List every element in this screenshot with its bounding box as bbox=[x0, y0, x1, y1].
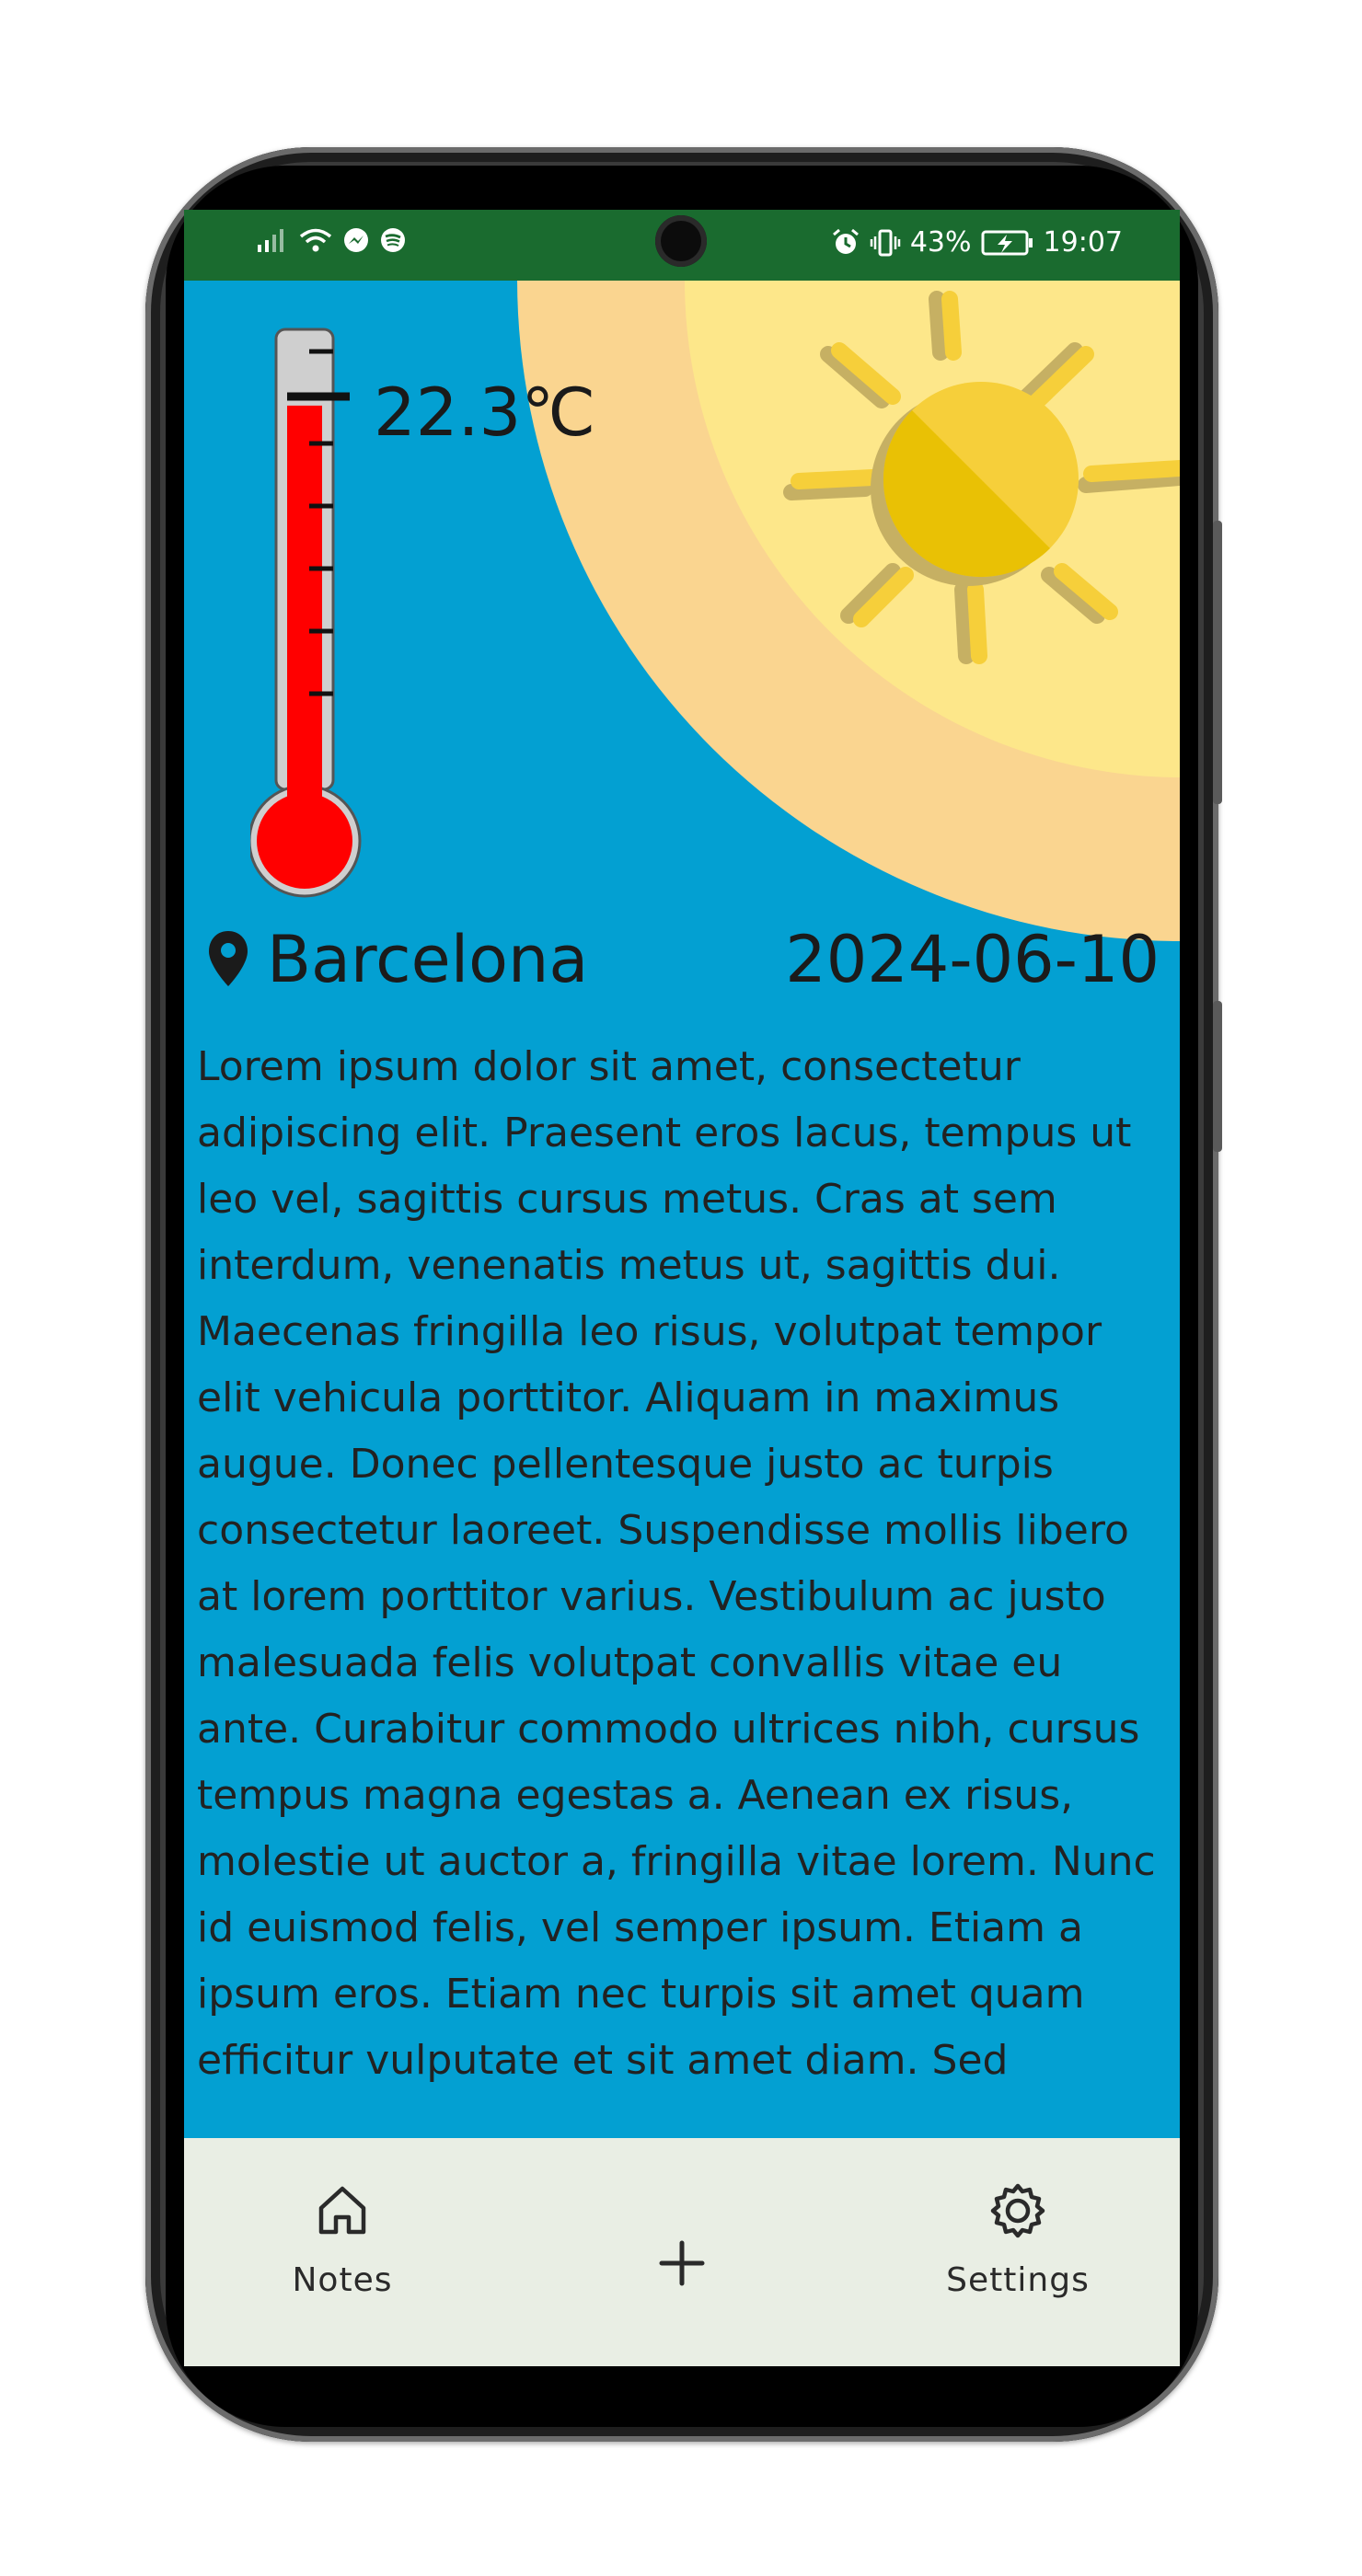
nav-notes[interactable]: Notes bbox=[241, 2182, 444, 2299]
note-date: 2024-06-10 bbox=[785, 922, 1160, 997]
clock-time: 19:07 bbox=[1043, 226, 1123, 259]
status-icons-right: 43% 19:07 bbox=[831, 226, 1123, 259]
alarm-icon bbox=[832, 228, 859, 254]
spotify-icon bbox=[381, 228, 405, 252]
bottom-navigation: Notes Settings bbox=[184, 2138, 1180, 2366]
front-camera bbox=[655, 215, 707, 267]
messenger-icon bbox=[344, 228, 368, 252]
nav-settings[interactable]: Settings bbox=[917, 2182, 1119, 2299]
nav-settings-label: Settings bbox=[946, 2261, 1090, 2299]
location-row: Barcelona 2024-06-10 bbox=[206, 914, 1163, 1006]
power-button bbox=[1213, 1001, 1222, 1152]
vibrate-icon bbox=[870, 229, 901, 256]
battery-percent: 43% bbox=[909, 226, 972, 259]
screen: 43% 19:07 22.3℃ Barcelona 2024-06-10 Lor… bbox=[184, 210, 1180, 2366]
gear-icon bbox=[990, 2183, 1045, 2238]
battery-charging-icon bbox=[981, 230, 1033, 255]
wifi-icon bbox=[299, 228, 332, 252]
note-body-text[interactable]: Lorem ipsum dolor sit amet, consectetur … bbox=[197, 1034, 1172, 2223]
status-bar: 43% 19:07 bbox=[184, 210, 1180, 281]
thermometer-fill bbox=[287, 405, 322, 806]
location-pin-icon bbox=[209, 931, 248, 986]
nav-notes-label: Notes bbox=[292, 2261, 393, 2299]
home-icon bbox=[318, 2186, 366, 2235]
signal-icon bbox=[258, 229, 283, 252]
location-name: Barcelona bbox=[267, 922, 589, 997]
add-note-button[interactable] bbox=[636, 2217, 728, 2309]
thermometer bbox=[250, 328, 362, 898]
temperature-value: 22.3℃ bbox=[374, 374, 596, 451]
status-icons-left bbox=[256, 226, 407, 254]
volume-button bbox=[1213, 521, 1222, 804]
